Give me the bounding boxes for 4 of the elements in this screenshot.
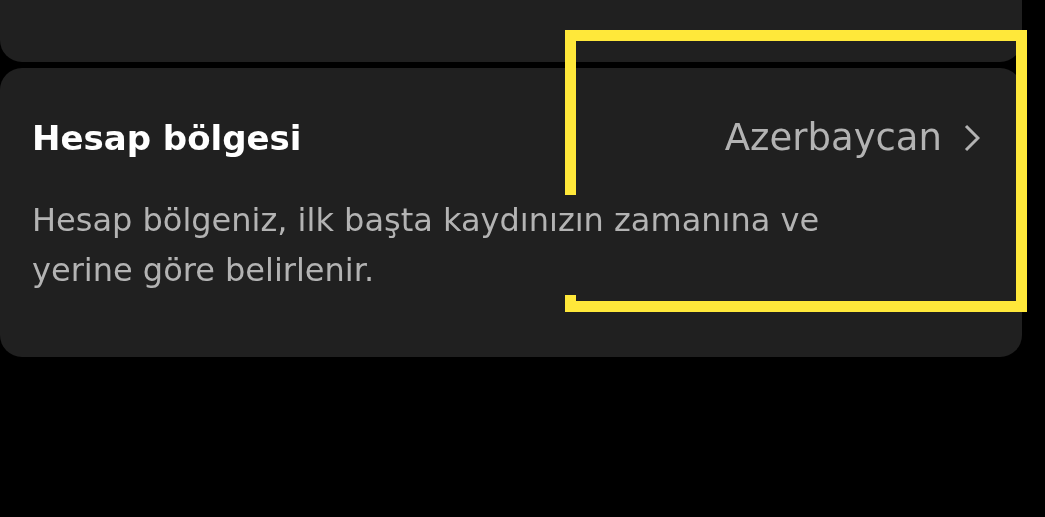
setting-value: Azerbaycan (724, 116, 942, 159)
setting-title: Hesap bölgesi (32, 117, 302, 158)
account-region-card[interactable]: Hesap bölgesi Azerbaycan Hesap bölgeniz, ilk başta kaydınızın zamanına ve yerine göre belirlenir. (0, 68, 1022, 357)
chevron-right-icon (964, 123, 980, 152)
